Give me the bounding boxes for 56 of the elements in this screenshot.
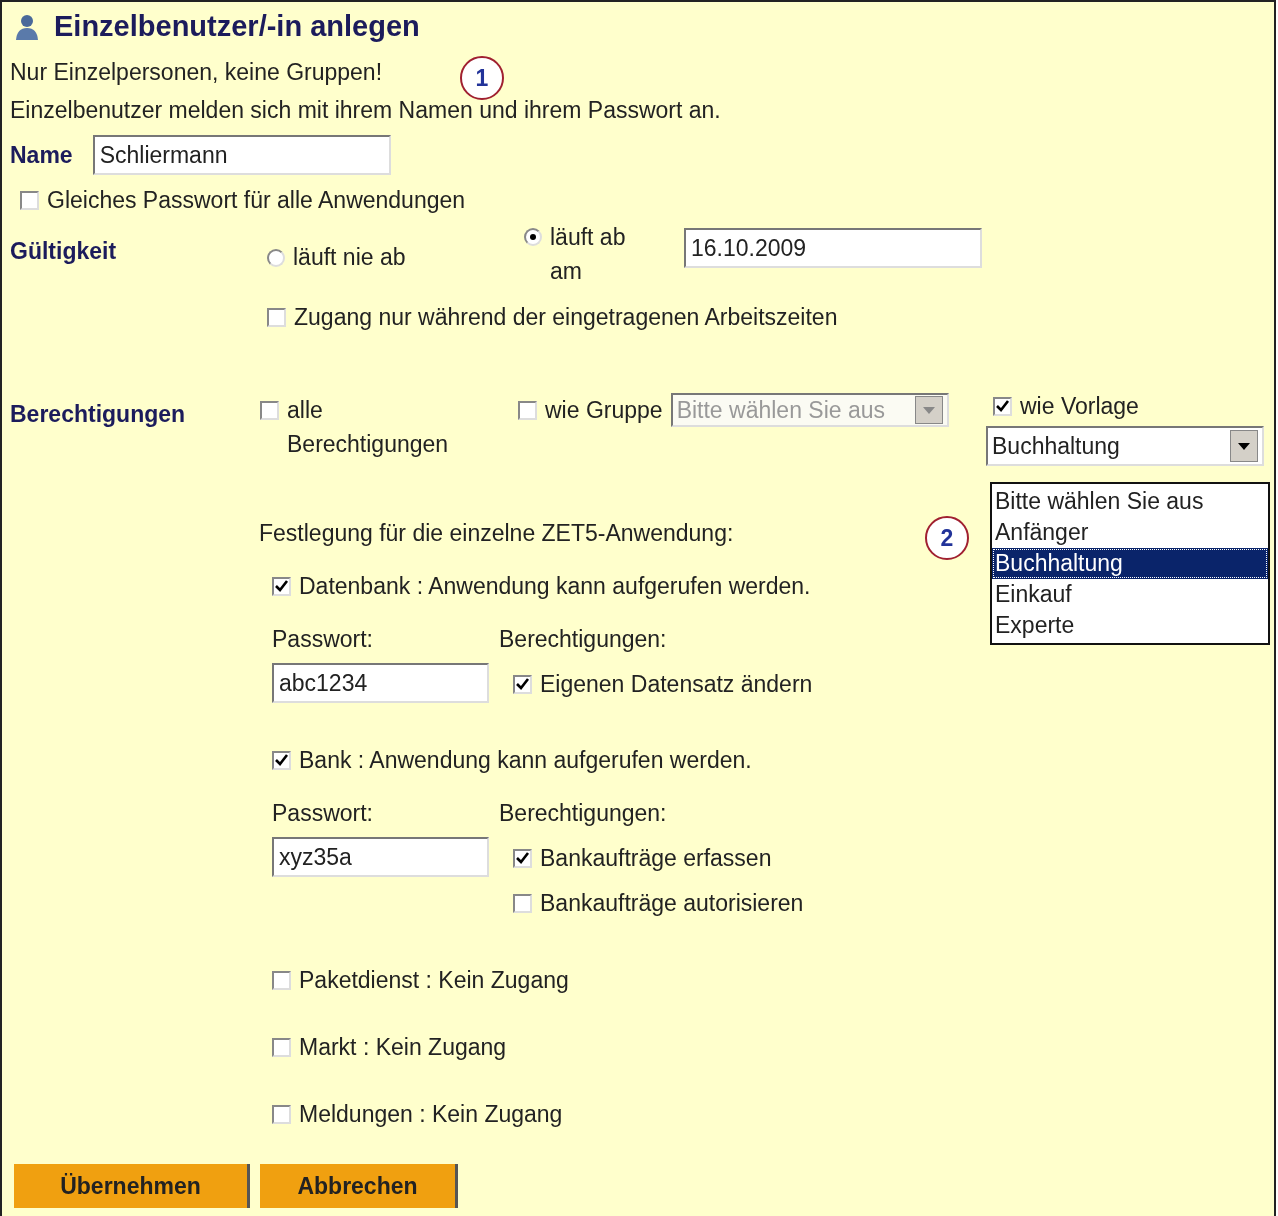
date-field[interactable]: 16.10.2009 [684,228,982,268]
section-text: Festlegung für die einzelne ZET5-Anwendung: [259,520,734,547]
checkbox[interactable] [272,577,291,596]
user-icon [14,12,40,41]
callout-badge: 1 [460,56,504,100]
checkbox-label: Eigenen Datensatz ändern [540,671,813,698]
checkbox-label: Gleiches Passwort für alle Anwendungen [47,187,466,214]
radio-button[interactable] [524,228,542,246]
caret-icon [1238,442,1250,450]
template-select[interactable]: Buchhaltung [986,426,1264,466]
action-button[interactable]: Abbrechen [260,1164,458,1208]
checkbox[interactable] [267,308,286,327]
checkbox[interactable] [272,751,291,770]
section-label: Berechtigungen [10,401,187,428]
app-label: Markt : Kein Zugang [299,1034,507,1061]
checkbox[interactable] [272,971,291,990]
dropdown-option[interactable]: Anfänger [992,517,1268,548]
app-label: Paketdienst : Kein Zugang [299,967,569,994]
field-label: Name [10,141,73,169]
section-label: Gültigkeit [10,238,118,265]
checkbox[interactable] [513,894,532,913]
field-label: Passwort: [272,800,374,827]
dropdown-option[interactable]: Einkauf [992,579,1268,610]
name-field[interactable]: Schliermann [92,135,391,175]
radio-label: läuft nie ab [293,244,406,271]
intro-text: Nur Einzelpersonen, keine Gruppen! [10,58,383,87]
checkbox-label: alle Berechtigungen [287,396,450,459]
checkbox[interactable] [272,1105,291,1124]
password-field[interactable]: xyz35a [272,837,489,877]
field-label: Passwort: [272,626,374,653]
dropdown-option[interactable]: Buchhaltung [992,548,1268,579]
radio-button[interactable] [267,248,285,267]
checkbox-label: Zugang nur während der eingetragenen Arbeitszeiten [294,304,838,331]
dropdown-option[interactable]: Bitte wählen Sie aus [992,486,1268,517]
callout-badge: 2 [925,516,969,560]
checkbox-label: wie Gruppe [545,396,663,424]
checkbox[interactable] [513,675,532,694]
app-label: Bank : Anwendung kann aufgerufen werden. [299,747,752,774]
checkbox[interactable] [513,849,532,868]
field-label: Berechtigungen: [499,626,667,653]
app-label: Meldungen : Kein Zugang [299,1101,563,1128]
password-field[interactable]: abc1234 [272,663,489,703]
app-label: Datenbank : Anwendung kann aufgerufen werden. [299,573,811,600]
caret-icon [922,406,935,414]
checkbox-label: wie Vorlage [1020,393,1139,420]
action-button[interactable]: Übernehmen [14,1164,250,1208]
checkbox[interactable] [272,1038,291,1057]
checkbox-label: Bankaufträge autorisieren [540,890,804,917]
checkbox[interactable] [20,191,39,210]
page-title: Einzelbenutzer/-in anlegen [54,10,420,43]
dropdown-option[interactable]: Experte [992,610,1268,641]
field-label: Berechtigungen: [499,800,667,827]
radio-label: läuft ab am [550,223,627,286]
checkbox[interactable] [993,397,1012,416]
checkbox-label: Bankaufträge erfassen [540,845,772,872]
checkbox[interactable] [260,401,279,420]
